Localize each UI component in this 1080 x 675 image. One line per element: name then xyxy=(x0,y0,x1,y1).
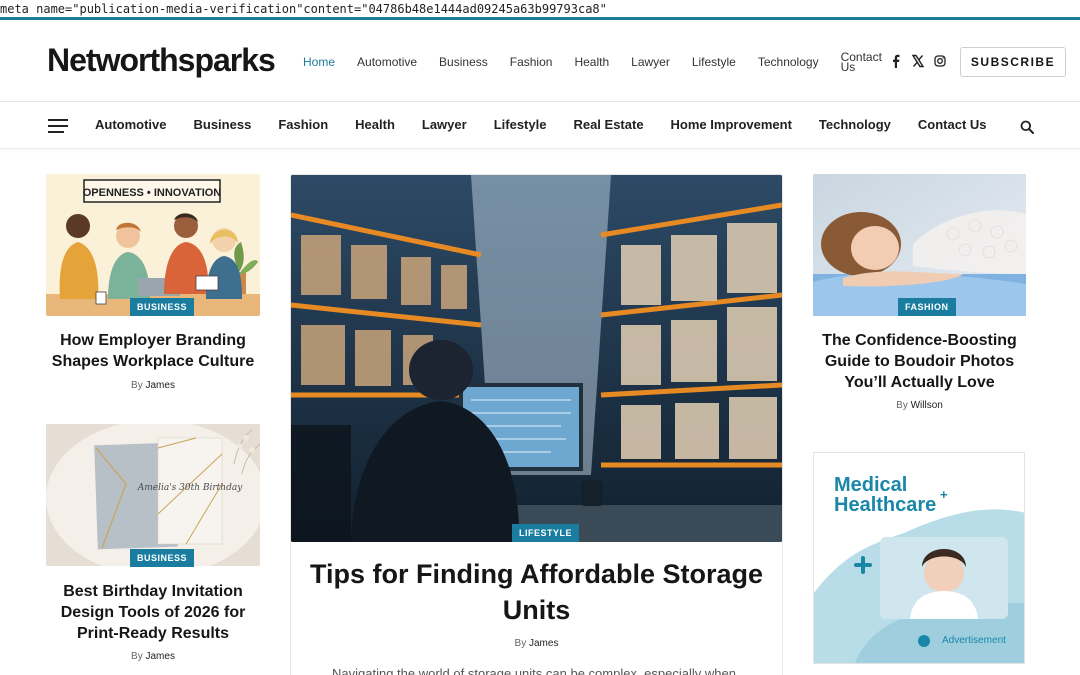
top-nav-business[interactable]: Business xyxy=(439,55,488,69)
x-icon[interactable] xyxy=(911,54,925,68)
featured-article-excerpt: Navigating the world of storage units ca… xyxy=(332,666,736,675)
storage-warehouse-image[interactable] xyxy=(291,175,782,542)
sec-nav-real-estate[interactable]: Real Estate xyxy=(573,117,643,132)
category-badge-fashion[interactable]: FASHION xyxy=(898,298,956,316)
search-icon[interactable] xyxy=(1020,120,1034,134)
byline-prefix: By xyxy=(131,651,143,662)
ad-headline-1: Medical xyxy=(834,474,908,496)
byline-prefix: By xyxy=(896,400,908,411)
top-nav-technology[interactable]: Technology xyxy=(758,55,819,69)
ad-plus-mark: + xyxy=(940,487,948,502)
birthday-invitation-image[interactable]: Amelia's 30th Birthday xyxy=(46,424,260,566)
category-badge-business[interactable]: BUSINESS xyxy=(130,298,195,316)
top-nav-lawyer[interactable]: Lawyer xyxy=(631,55,670,69)
top-nav-fashion[interactable]: Fashion xyxy=(510,55,553,69)
author-link[interactable]: James xyxy=(529,638,558,649)
author-link[interactable]: James xyxy=(146,651,175,662)
top-nav-lifestyle[interactable]: Lifestyle xyxy=(692,55,736,69)
sec-nav-automotive[interactable]: Automotive xyxy=(95,117,167,132)
employer-branding-image[interactable]: OPENNESS • INNOVATION xyxy=(46,174,260,316)
top-nav-contact-us[interactable]: Contact Us xyxy=(841,51,887,73)
site-logo[interactable]: Networthsparks xyxy=(47,42,276,79)
top-nav-home[interactable]: Home xyxy=(303,55,335,69)
ad-label: Advertisement xyxy=(942,635,1006,646)
subscribe-button[interactable]: SUBSCRIBE xyxy=(960,47,1066,77)
sec-nav-contact-us[interactable]: Contact Us xyxy=(918,117,987,132)
article-title-birthday-invitation[interactable]: Best Birthday Invitation Design Tools of… xyxy=(46,581,260,644)
instagram-icon[interactable] xyxy=(934,54,946,68)
sec-nav-lifestyle[interactable]: Lifestyle xyxy=(494,117,547,132)
medical-healthcare-ad[interactable]: Medical Healthcare + Advertisement xyxy=(813,452,1025,664)
author-link[interactable]: James xyxy=(146,380,175,391)
secondary-nav: Automotive Business Fashion Health Lawye… xyxy=(0,103,1080,149)
article-title-employer-branding[interactable]: How Employer Branding Shapes Workplace C… xyxy=(46,330,260,372)
sec-nav-business[interactable]: Business xyxy=(194,117,252,132)
sec-nav-health[interactable]: Health xyxy=(355,117,395,132)
article-byline: By Willson xyxy=(813,400,1026,411)
invitation-card-text: Amelia's 30th Birthday xyxy=(137,483,243,493)
menu-icon[interactable] xyxy=(48,119,68,133)
featured-article-title[interactable]: Tips for Finding Affordable Storage Unit… xyxy=(290,556,783,628)
top-nav: Home Automotive Business Fashion Health … xyxy=(303,50,909,74)
sec-nav-lawyer[interactable]: Lawyer xyxy=(422,117,467,132)
boudoir-photo-image[interactable] xyxy=(813,174,1026,316)
sec-nav-technology[interactable]: Technology xyxy=(819,117,891,132)
image-sign-text: OPENNESS • INNOVATION xyxy=(83,187,222,199)
author-link[interactable]: Willson xyxy=(911,400,943,411)
facebook-icon[interactable] xyxy=(890,54,902,68)
byline-prefix: By xyxy=(131,380,143,391)
social-links xyxy=(890,54,946,68)
article-byline: By James xyxy=(290,638,783,649)
top-nav-health[interactable]: Health xyxy=(574,55,609,69)
category-badge-lifestyle[interactable]: LIFESTYLE xyxy=(512,524,580,542)
article-title-boudoir-guide[interactable]: The Confidence-Boosting Guide to Boudoir… xyxy=(813,330,1026,393)
meta-verification-text: meta name="publication-media-verificatio… xyxy=(0,0,1080,18)
sec-nav-home-improvement[interactable]: Home Improvement xyxy=(671,117,792,132)
byline-prefix: By xyxy=(514,638,527,649)
secondary-nav-links: Automotive Business Fashion Health Lawye… xyxy=(95,117,1014,132)
article-byline: By James xyxy=(46,380,260,391)
top-nav-automotive[interactable]: Automotive xyxy=(357,55,417,69)
category-badge-business[interactable]: BUSINESS xyxy=(130,549,195,567)
sec-nav-fashion[interactable]: Fashion xyxy=(278,117,328,132)
top-header: Networthsparks Home Automotive Business … xyxy=(0,20,1080,102)
article-byline: By James xyxy=(46,651,260,662)
ad-headline-2: Healthcare xyxy=(834,494,937,516)
